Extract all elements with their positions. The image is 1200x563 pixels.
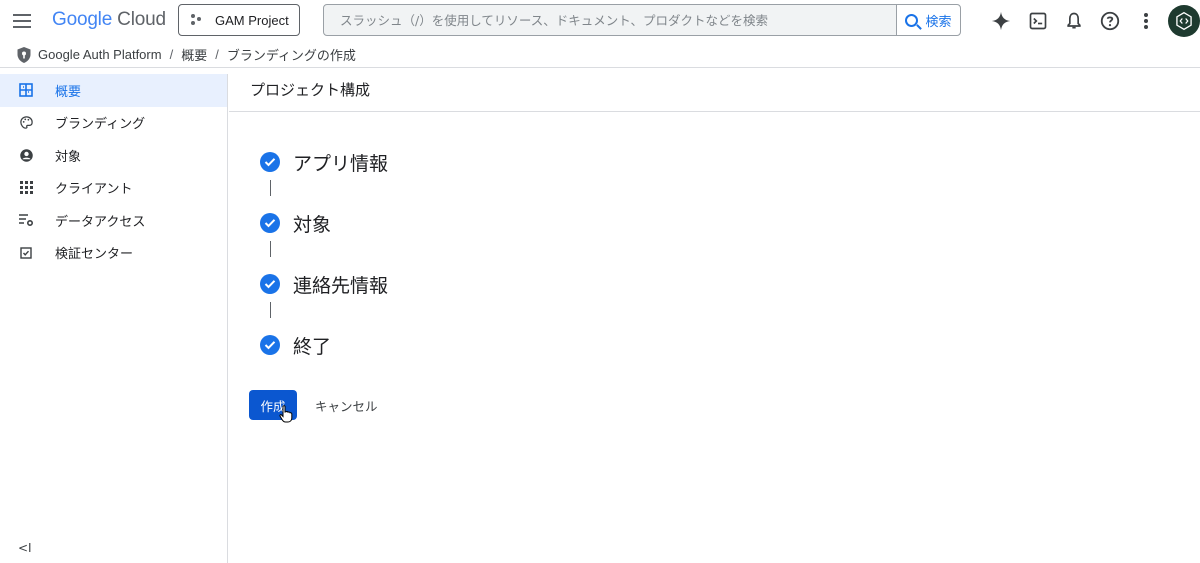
search-bar: 検索: [323, 4, 961, 36]
sidebar-item-clients[interactable]: クライアント: [0, 172, 227, 205]
bell-icon[interactable]: [1061, 8, 1087, 34]
stepper: アプリ情報 対象 連絡先情報 終了: [260, 146, 388, 361]
menu-icon[interactable]: [10, 9, 34, 33]
sidebar-item-label: データアクセス: [55, 214, 146, 230]
step-app-info[interactable]: アプリ情報: [260, 146, 388, 178]
step-contact-info[interactable]: 連絡先情報: [260, 268, 388, 300]
project-nodes-icon: [191, 13, 205, 27]
search-button-label: 検索: [925, 14, 952, 30]
checkbox-icon: [18, 245, 34, 261]
step-label: 終了: [293, 335, 332, 358]
step-label: 対象: [293, 213, 332, 236]
search-input[interactable]: [324, 5, 896, 35]
sidebar-item-overview[interactable]: 概要: [0, 74, 227, 107]
palette-icon: [18, 115, 34, 131]
sidebar-item-label: クライアント: [55, 182, 133, 198]
search-button[interactable]: 検索: [896, 5, 960, 35]
shield-icon: [17, 46, 31, 63]
step-connector: [270, 241, 271, 257]
top-app-bar: Google Cloud GAM Project 検索: [0, 0, 1200, 42]
sidebar-item-verification-center[interactable]: 検証センター: [0, 237, 227, 270]
check-circle-icon: [260, 335, 280, 355]
sidebar-item-label: 概要: [55, 84, 82, 100]
step-label: アプリ情報: [293, 152, 389, 175]
sidebar-item-label: 対象: [55, 149, 82, 165]
google-cloud-logo[interactable]: Google Cloud: [52, 9, 166, 31]
logo-google: Google: [52, 9, 113, 30]
breadcrumb: Google Auth Platform / 概要 / ブランディングの作成: [0, 42, 1200, 68]
account-circle-icon: [18, 147, 34, 163]
help-icon[interactable]: [1097, 8, 1123, 34]
avatar[interactable]: [1168, 5, 1200, 37]
collapse-sidebar-button[interactable]: <I: [18, 541, 32, 555]
step-connector: [270, 180, 271, 196]
cancel-button[interactable]: キャンセル: [315, 396, 378, 415]
sidebar-item-data-access[interactable]: データアクセス: [0, 204, 227, 237]
step-label: 連絡先情報: [293, 274, 389, 297]
step-finish[interactable]: 終了: [260, 329, 388, 361]
sidebar-item-branding[interactable]: ブランディング: [0, 107, 227, 140]
list-settings-icon: [18, 212, 34, 228]
check-circle-icon: [260, 152, 280, 172]
sidebar-nav: 概要 ブランディング 対象 クライアント データアクセス 検証センター <I: [0, 74, 228, 563]
gemini-spark-icon[interactable]: [988, 8, 1014, 34]
pointer-hand-cursor-icon: [279, 405, 293, 423]
more-vert-icon[interactable]: [1133, 8, 1159, 34]
check-circle-icon: [260, 213, 280, 233]
project-selector-button[interactable]: GAM Project: [178, 4, 300, 36]
sidebar-item-audience[interactable]: 対象: [0, 139, 227, 172]
page-title: プロジェクト構成: [229, 68, 1200, 112]
form-actions: 作成 キャンセル: [249, 390, 378, 420]
sidebar-item-label: 検証センター: [55, 247, 134, 263]
breadcrumb-separator: /: [169, 47, 174, 62]
check-circle-icon: [260, 274, 280, 294]
sidebar-item-label: ブランディング: [55, 117, 146, 133]
breadcrumb-item-create-branding: ブランディングの作成: [226, 48, 356, 63]
breadcrumb-separator: /: [215, 47, 219, 62]
search-icon: [905, 13, 919, 27]
dashboard-icon: [18, 82, 34, 98]
breadcrumb-item-auth-platform[interactable]: Google Auth Platform: [38, 47, 162, 62]
step-connector: [270, 302, 271, 318]
project-name: GAM Project: [215, 12, 289, 28]
breadcrumb-item-overview[interactable]: 概要: [181, 45, 207, 64]
logo-cloud: Cloud: [117, 9, 166, 30]
apps-grid-icon: [18, 180, 34, 196]
terminal-icon[interactable]: [1025, 8, 1051, 34]
step-audience[interactable]: 対象: [260, 207, 388, 239]
